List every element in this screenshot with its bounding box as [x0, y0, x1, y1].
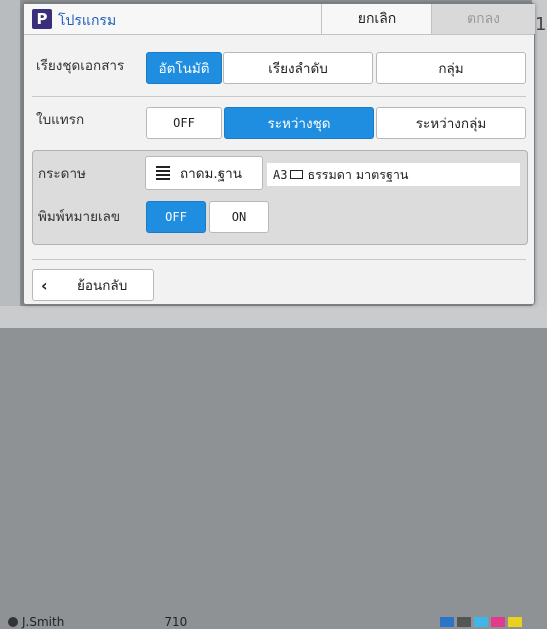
paper-type: ธรรมดา มาตรฐาน [307, 166, 409, 182]
sorting-label: เรียงชุดเอกสาร [36, 58, 125, 74]
cancel-button[interactable]: ยกเลิก [321, 4, 432, 34]
black-ink-icon [457, 617, 471, 627]
yellow-ink-icon [508, 617, 522, 627]
insert-between-sets-button[interactable]: ระหว่างชุด [224, 107, 374, 139]
paper-orientation-icon [290, 170, 304, 179]
chevron-left-icon: ‹ [41, 275, 48, 295]
numbering-on-button[interactable]: ON [209, 201, 269, 233]
ink-cyan-icon [474, 617, 488, 627]
program-dialog: P โปรแกรม ยกเลิก ตกลง เรียงชุดเอกสาร อัต… [23, 3, 535, 305]
dialog-title: โปรแกรม [58, 13, 117, 29]
cyan-ink-icon [440, 617, 454, 627]
numbering-label: พิมพ์หมายเลข [38, 209, 121, 225]
tray-lines-icon [156, 166, 170, 180]
background-digit: 1 [535, 14, 547, 35]
user-info: J.Smith 710 [8, 615, 187, 629]
paper-info: A3 ธรรมดา มาตรฐาน [267, 163, 520, 186]
background-panel [0, 0, 20, 328]
back-label: ย้อนกลับ [77, 278, 128, 294]
numbering-off-button[interactable]: OFF [146, 201, 206, 233]
dialog-titlebar: P โปรแกรม ยกเลิก ตกลง [24, 4, 535, 35]
ink-level-indicator [440, 617, 522, 627]
divider [32, 96, 526, 97]
ok-button[interactable]: ตกลง [431, 4, 535, 34]
status-bar: J.Smith 710 [0, 306, 547, 629]
insert-between-groups-button[interactable]: ระหว่างกลุ่ม [376, 107, 526, 139]
back-button[interactable]: ‹ ย้อนกลับ [32, 269, 154, 301]
paper-label: กระดาษ [38, 166, 86, 182]
paper-size: A3 [273, 167, 288, 182]
insert-off-button[interactable]: OFF [146, 107, 222, 139]
program-icon: P [32, 9, 52, 29]
tray-label: ถาดม.ฐาน [180, 166, 242, 182]
sorting-auto-button[interactable]: อัตโนมัติ [146, 52, 222, 84]
magenta-ink-icon [491, 617, 505, 627]
insert-label: ใบแทรก [36, 112, 85, 128]
sorting-group-button[interactable]: กลุ่ม [376, 52, 526, 84]
sorting-sort-button[interactable]: เรียงลำดับ [223, 52, 373, 84]
user-icon [8, 617, 18, 627]
user-name: J.Smith [22, 615, 65, 629]
tray-select-button[interactable]: ถาดม.ฐาน [145, 156, 263, 190]
count-value: 710 [164, 615, 188, 629]
divider [32, 259, 526, 260]
